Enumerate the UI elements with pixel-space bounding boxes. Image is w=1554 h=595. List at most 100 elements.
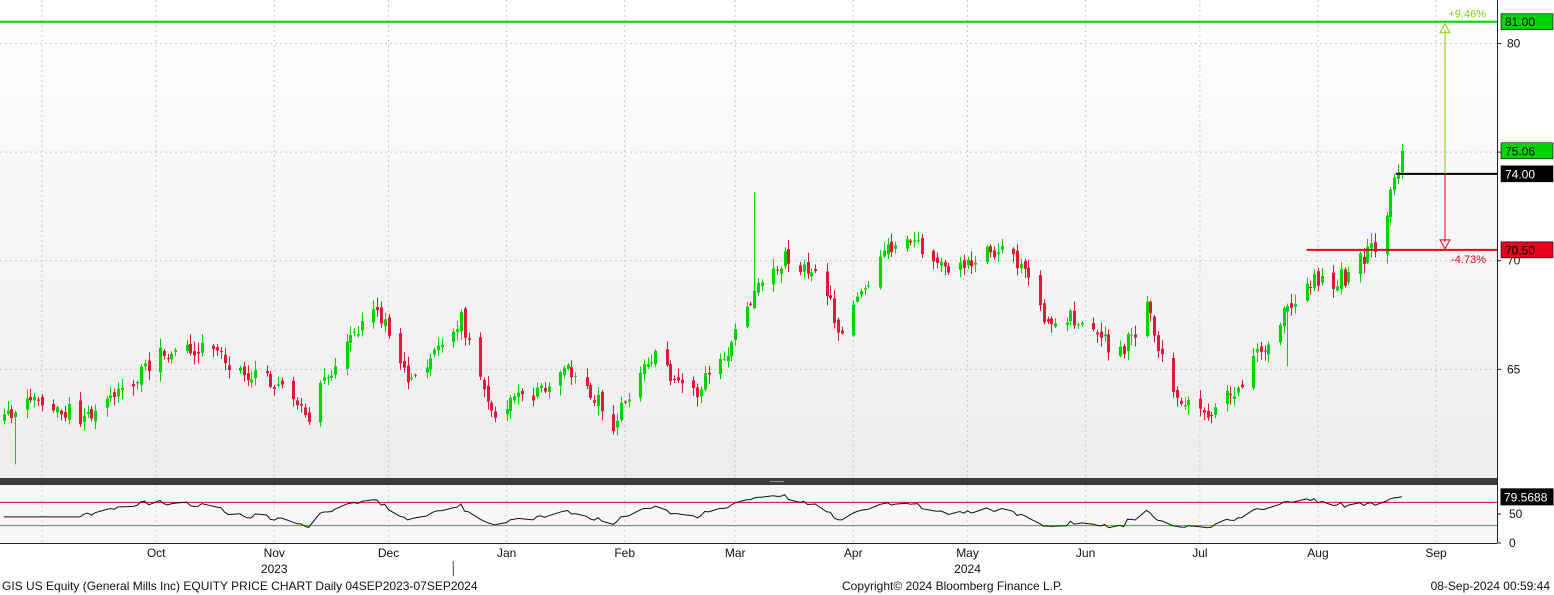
candle-body [1294,303,1297,307]
candle-body [883,250,886,257]
candle-body [1016,250,1019,269]
candle-body [357,334,360,336]
candle-body [1096,332,1099,335]
candle-body [464,308,467,338]
candle-body [52,403,55,411]
candle-body [1024,261,1027,269]
candle-body [723,358,726,360]
x-tick-label-month: Jul [1192,546,1207,560]
candle-body [639,372,642,398]
y-tick-label: 80 [1507,36,1521,50]
candle-body [677,377,680,381]
candle-body [29,396,32,401]
candle-body [776,269,779,271]
candle-body [148,360,151,372]
candle-body [1127,334,1130,351]
candle-body [330,375,333,378]
price-label-entry: 74.00 [1505,167,1535,181]
candle-body [803,264,806,272]
candle-body [163,350,166,356]
candle-body [1050,318,1053,325]
y-tick-label: 65 [1507,362,1521,376]
candle-body [1229,393,1232,396]
candle-body [37,399,40,401]
candle-body [1309,287,1312,289]
candle-body [167,358,170,360]
candle-body [1107,334,1110,353]
candle-body [708,372,711,375]
candle-body [94,410,97,422]
candle-body [917,240,920,242]
candle-body [1134,334,1137,338]
rsi-tick-label: 0 [1509,536,1516,550]
candle-body [837,319,840,333]
candle-body [1336,286,1339,291]
candle-body [353,331,356,333]
x-tick-label-month: Aug [1307,546,1328,560]
candle-body [159,347,162,373]
candle-body [548,386,551,393]
x-tick-label-month: Jun [1076,546,1095,560]
candle-body [513,396,516,401]
candle-body [304,407,307,416]
candle-body [1347,272,1350,283]
candle-body [1359,253,1362,275]
candle-body [890,241,893,253]
candle-body [944,262,947,267]
candle-body [1184,404,1187,407]
candle-body [1012,248,1015,255]
candle-body [829,295,832,299]
candle-body [212,345,215,349]
candle-body [1199,398,1202,409]
candle-body [860,291,863,295]
candle-body [1157,335,1160,352]
candle-body [1252,356,1255,388]
x-tick-label-month: Sep [1425,546,1447,560]
candle-body [376,307,379,311]
candle-body [429,358,432,370]
candle-body [479,337,482,377]
candle-body [650,362,653,364]
candle-body [730,341,733,357]
timestamp: 08-Sep-2024 00:59:44 [1430,579,1550,593]
candle-body [388,317,391,336]
candle-body [1069,310,1072,322]
candle-body [361,321,364,331]
candle-body [799,265,802,272]
panel-divider[interactable] [0,478,1497,485]
candle-body [887,244,890,255]
candle-body [14,412,17,418]
candle-body [372,309,375,323]
rsi-tick-label: 50 [1509,507,1523,521]
candle-body [1267,344,1270,355]
candle-body [616,420,619,428]
candle-body [986,246,989,263]
candle-body [826,271,829,297]
candle-body [906,239,909,249]
candle-body [700,389,703,397]
price-panel-background [0,0,1497,478]
candle-body [509,397,512,412]
candle-body [273,387,276,389]
candle-body [319,382,322,423]
candle-body [753,290,756,308]
candle-body [216,347,219,351]
x-tick-label-month: Mar [725,546,746,560]
candle-body [117,388,120,397]
candle-body [746,306,749,327]
candle-body [692,380,695,389]
candle-body [612,414,615,432]
candle-body [254,370,257,379]
candle-body [132,384,135,387]
candle-body [1279,324,1282,343]
x-tick-label-year: 2023 [261,562,288,576]
candle-body [410,377,413,379]
candle-body [780,268,783,274]
candle-body [1317,271,1320,286]
candle-body [1043,303,1046,323]
candle-body [1283,308,1286,327]
candle-body [997,252,1000,255]
candle-body [574,375,577,377]
candle-body [292,380,295,400]
candle-body [407,365,410,383]
